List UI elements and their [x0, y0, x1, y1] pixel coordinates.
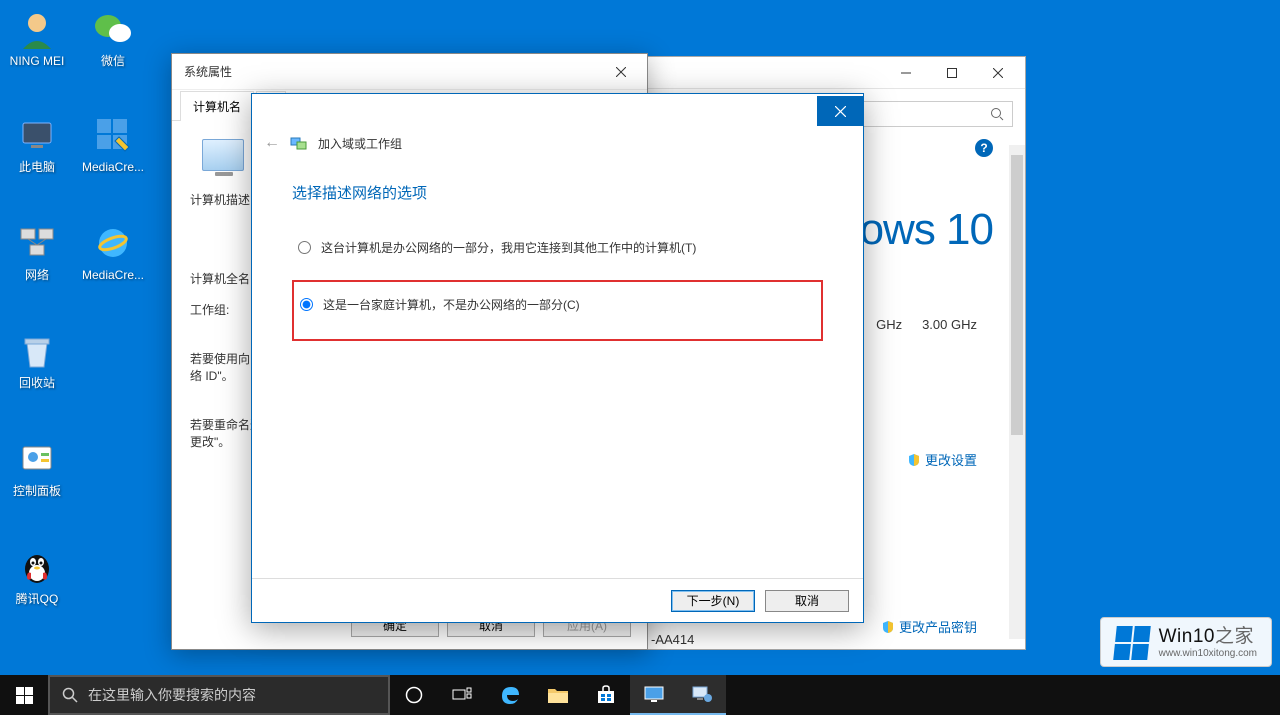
- store-icon: [596, 685, 616, 705]
- qq-icon: [16, 546, 58, 588]
- desktop-icon-mediacreation2[interactable]: MediaCre...: [76, 222, 150, 282]
- desktop-icon-recycle-bin[interactable]: 回收站: [0, 330, 74, 390]
- control-panel-icon: [16, 438, 58, 480]
- task-view-button[interactable]: [438, 675, 486, 715]
- icon-label: MediaCre...: [76, 160, 150, 174]
- recycle-bin-icon: [16, 330, 58, 372]
- icon-label: 控制面板: [0, 484, 74, 498]
- scrollbar-thumb[interactable]: [1011, 155, 1023, 435]
- cortana-icon: [405, 686, 423, 704]
- radio-label: 这台计算机是办公网络的一部分，我用它连接到其他工作中的计算机(T): [321, 239, 696, 256]
- edge-icon: [499, 684, 521, 706]
- desktop-icon-mediacreation1[interactable]: MediaCre...: [76, 114, 150, 174]
- join-domain-wizard: ← 加入域或工作组 选择描述网络的选项 这台计算机是办公网络的一部分，我用它连接…: [251, 93, 864, 623]
- search-placeholder: 在这里输入你要搜索的内容: [88, 685, 256, 705]
- icon-label: 微信: [76, 54, 150, 68]
- dialog-title: 系统属性: [184, 63, 232, 80]
- desktop-icon-control-panel[interactable]: 控制面板: [0, 438, 74, 498]
- close-button[interactable]: [975, 59, 1021, 87]
- windows-logo-icon: [16, 687, 33, 704]
- wizard-title: 加入域或工作组: [318, 135, 402, 152]
- minimize-button[interactable]: [883, 59, 929, 87]
- wizard-header: ← 加入域或工作组: [252, 128, 863, 158]
- media-tool-icon: [92, 114, 134, 156]
- maximize-button[interactable]: [929, 59, 975, 87]
- computer-settings-icon: [691, 684, 713, 704]
- search-icon: [990, 107, 1004, 121]
- monitor-icon: [643, 685, 665, 703]
- icon-label: 此电脑: [0, 160, 74, 174]
- shield-icon: [907, 453, 921, 467]
- edge-button[interactable]: [486, 675, 534, 715]
- ie-icon: [92, 222, 134, 264]
- network-icon: [16, 222, 58, 264]
- help-icon[interactable]: ?: [975, 139, 993, 157]
- user-avatar-icon: [16, 8, 58, 50]
- watermark: Win10之家 www.win10xitong.com: [1100, 617, 1272, 667]
- radio-home-computer[interactable]: 这是一台家庭计算机，不是办公网络的一部分(C): [292, 280, 823, 341]
- taskbar-search[interactable]: 在这里输入你要搜索的内容: [48, 675, 390, 715]
- back-button[interactable]: ←: [264, 134, 280, 152]
- radio-office-network[interactable]: 这台计算机是办公网络的一部分，我用它连接到其他工作中的计算机(T): [292, 231, 823, 264]
- icon-label: 腾讯QQ: [0, 592, 74, 606]
- wizard-footer: 下一步(N) 取消: [252, 578, 863, 622]
- radio-input[interactable]: [300, 298, 313, 311]
- scrollbar[interactable]: [1009, 145, 1025, 639]
- task-view-icon: [452, 687, 472, 703]
- system-window-taskbar-button[interactable]: [630, 675, 678, 715]
- start-button[interactable]: [0, 675, 48, 715]
- desktop-icon-user[interactable]: NING MEI: [0, 8, 74, 68]
- wizard-titlebar[interactable]: [252, 94, 863, 128]
- product-id-text: -AA414: [651, 632, 694, 647]
- watermark-logo-icon: [1113, 626, 1151, 660]
- shield-icon: [881, 620, 895, 634]
- icon-label: 回收站: [0, 376, 74, 390]
- radio-label: 这是一台家庭计算机，不是办公网络的一部分(C): [323, 296, 580, 313]
- icon-label: 网络: [0, 268, 74, 282]
- dialog-titlebar[interactable]: 系统属性: [172, 54, 647, 90]
- desktop-icon-qq[interactable]: 腾讯QQ: [0, 546, 74, 606]
- window-titlebar: [647, 57, 1025, 89]
- cancel-button[interactable]: 取消: [765, 590, 849, 612]
- desktop-icon-this-pc[interactable]: 此电脑: [0, 114, 74, 174]
- wizard-taskbar-button[interactable]: [678, 675, 726, 715]
- icon-label: MediaCre...: [76, 268, 150, 282]
- desktop-icon-network[interactable]: 网络: [0, 222, 74, 282]
- wechat-icon: [92, 8, 134, 50]
- store-button[interactable]: [582, 675, 630, 715]
- computer-icon: [16, 114, 58, 156]
- wizard-icon: [290, 134, 308, 152]
- folder-icon: [547, 686, 569, 704]
- explorer-button[interactable]: [534, 675, 582, 715]
- tab-computer-name[interactable]: 计算机名: [180, 91, 254, 121]
- close-button[interactable]: [601, 60, 641, 84]
- taskbar: 在这里输入你要搜索的内容: [0, 675, 1280, 715]
- wizard-heading: 选择描述网络的选项: [292, 182, 823, 203]
- computer-illustration-icon: [202, 139, 244, 171]
- desktop-icon-wechat[interactable]: 微信: [76, 8, 150, 68]
- search-icon: [62, 687, 78, 703]
- next-button[interactable]: 下一步(N): [671, 590, 755, 612]
- watermark-title: Win10之家: [1159, 627, 1257, 648]
- radio-input[interactable]: [298, 241, 311, 254]
- icon-label: NING MEI: [0, 54, 74, 68]
- cortana-button[interactable]: [390, 675, 438, 715]
- watermark-url: www.win10xitong.com: [1159, 648, 1257, 659]
- close-button[interactable]: [817, 96, 863, 126]
